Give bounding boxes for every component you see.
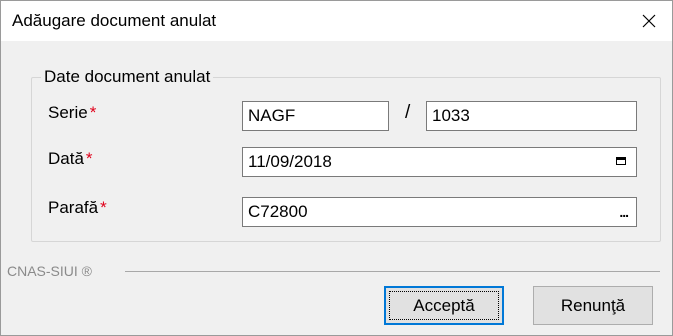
serie-series-input[interactable] — [248, 102, 388, 130]
required-mark: * — [89, 103, 97, 122]
serie-separator: / — [405, 102, 411, 123]
parafa-field[interactable]: ... — [242, 197, 637, 227]
data-label-text: Dată — [48, 149, 84, 168]
serie-series-field[interactable] — [242, 101, 389, 131]
parafa-input[interactable] — [248, 198, 636, 226]
focus-rectangle — [389, 291, 499, 320]
ellipsis-icon[interactable]: ... — [619, 198, 629, 226]
groupbox-legend: Date document anulat — [41, 67, 214, 87]
accept-button[interactable]: Acceptă — [384, 286, 504, 325]
required-mark: * — [85, 149, 93, 168]
serie-number-field[interactable] — [426, 101, 637, 131]
serie-label: Serie * — [48, 103, 96, 123]
serie-number-input[interactable] — [432, 102, 636, 130]
data-label: Dată * — [48, 149, 93, 169]
footer-brand: CNAS-SIUI ® — [7, 263, 92, 279]
calendar-icon[interactable] — [616, 157, 626, 165]
required-mark: * — [100, 198, 107, 217]
footer-divider — [125, 271, 660, 272]
date-input[interactable] — [248, 148, 636, 176]
date-picker[interactable] — [242, 147, 637, 177]
title-bar: Adăugare document anulat — [1, 1, 672, 41]
parafa-label-text: Parafă — [48, 198, 99, 217]
serie-label-text: Serie — [48, 103, 88, 122]
close-button[interactable] — [626, 1, 672, 41]
cancel-button-label: Renunţă — [560, 295, 626, 315]
dialog-window: Adăugare document anulat Date document a… — [0, 0, 673, 336]
close-icon — [642, 14, 656, 28]
cancel-button[interactable]: Renunţă — [533, 286, 653, 325]
parafa-label: Parafă * — [48, 198, 107, 218]
window-title: Adăugare document anulat — [12, 11, 217, 30]
